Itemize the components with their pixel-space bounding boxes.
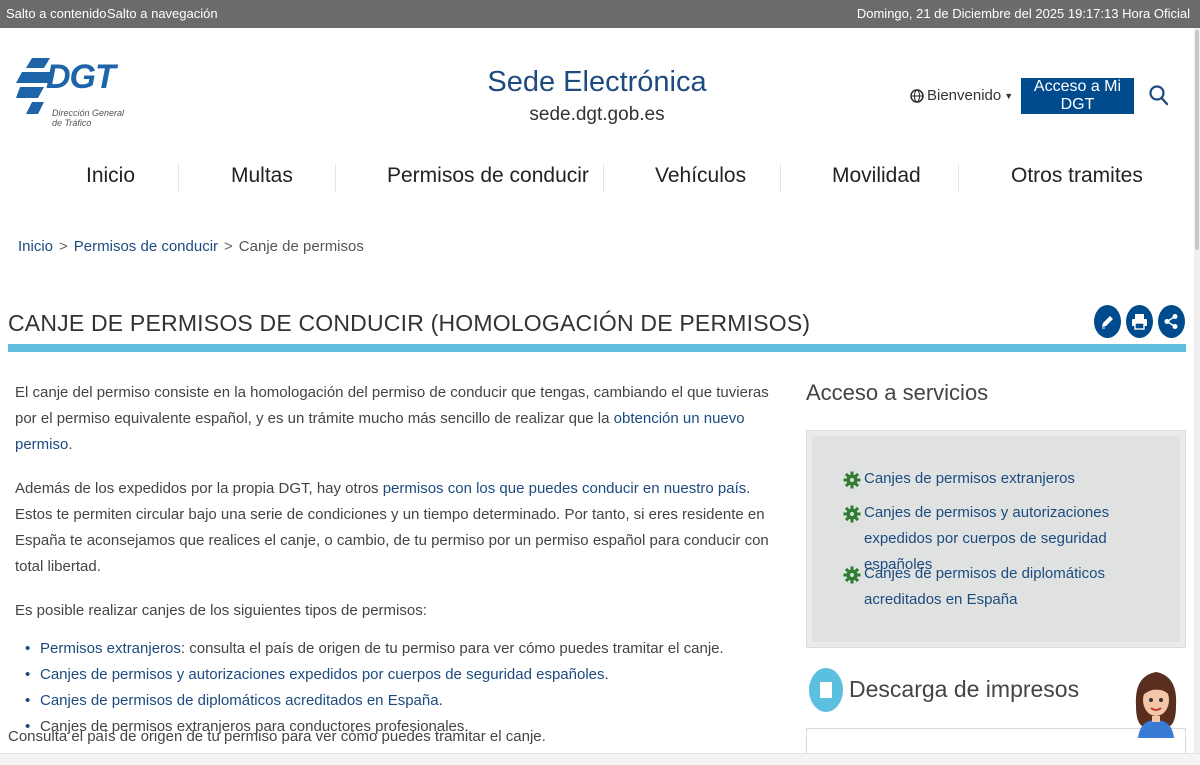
services-panel: Canjes de permisos extranjeros Canjes de… (812, 436, 1180, 642)
diplomats-link[interactable]: Canjes de permisos de diplomáticos acred… (40, 692, 439, 709)
intro-paragraph: El canje del permiso consiste en la homo… (15, 380, 790, 458)
breadcrumb-permisos[interactable]: Permisos de conducir (74, 238, 218, 255)
gear-icon (843, 566, 861, 584)
scrollbar-thumb[interactable] (1195, 30, 1199, 250)
search-icon[interactable] (1148, 84, 1170, 108)
nav-divider (603, 164, 604, 192)
breadcrumb-separator: > (224, 238, 233, 255)
nav-item-vehiculos[interactable]: Vehículos (655, 164, 746, 188)
welcome-dropdown[interactable]: Bienvenido ▼ (910, 87, 1013, 104)
downloads-heading: Descarga de impresos (849, 676, 1080, 702)
foreign-permits-link[interactable]: Permisos extranjeros (40, 640, 181, 657)
types-intro: Es posible realizar canjes de los siguie… (15, 602, 427, 619)
nav-item-inicio[interactable]: Inicio (86, 164, 135, 188)
breadcrumb: Inicio > Permisos de conducir > Canje de… (18, 238, 364, 255)
list-item-text: : consulta el país de origen de tu permi… (180, 640, 724, 657)
share-icon[interactable] (1158, 305, 1185, 338)
title-underline (8, 344, 1186, 352)
breadcrumb-inicio[interactable]: Inicio (18, 238, 53, 255)
permit-types-list: Permisos extranjeros: consulta el país d… (25, 636, 790, 740)
list-item: Canjes de permisos y autorizaciones expe… (25, 662, 790, 688)
top-utility-bar: Salto a contenido Salto a navegación Dom… (0, 0, 1200, 28)
intro-end: . (68, 436, 73, 453)
vertical-scrollbar[interactable] (1194, 28, 1200, 753)
edit-icon[interactable] (1094, 305, 1121, 338)
nav-item-permisos[interactable]: Permisos de conducir (387, 164, 589, 188)
nav-item-multas[interactable]: Multas (231, 164, 293, 188)
valid-permits-link[interactable]: permisos con los que puedes conducir en … (383, 480, 747, 497)
print-icon[interactable] (1126, 305, 1153, 338)
gear-icon (843, 505, 861, 523)
page-title: CANJE DE PERMISOS DE CONDUCIR (HOMOLOGAC… (8, 310, 811, 336)
nav-divider (958, 164, 959, 192)
security-forces-link[interactable]: Canjes de permisos y autorizaciones expe… (40, 666, 605, 683)
welcome-label: Bienvenido (927, 87, 1002, 104)
document-shape (820, 682, 832, 698)
list-item: Permisos extranjeros: consulta el país d… (25, 636, 790, 662)
gear-icon (843, 471, 861, 489)
main-content: El canje del permiso consiste en la homo… (15, 380, 790, 740)
closing-text: Consulta el país de origen de tu permiso… (8, 728, 546, 745)
list-item: Canjes de permisos de diplomáticos acred… (25, 688, 790, 714)
document-icon (809, 668, 843, 712)
breadcrumb-separator: > (59, 238, 68, 255)
site-title: Sede Electrónica (487, 66, 707, 98)
list-item-text: . (438, 692, 443, 709)
access-my-dgt-button[interactable]: Acceso a Mi DGT (1021, 78, 1134, 114)
bottom-strip (0, 753, 1200, 765)
other-permits-paragraph: Además de los expedidos por la propia DG… (15, 476, 790, 580)
breadcrumb-current: Canje de permisos (238, 238, 364, 255)
list-item-text: . (604, 666, 609, 683)
nav-item-otros-tramites[interactable]: Otros tramites (1011, 164, 1143, 188)
globe-icon (910, 88, 924, 103)
skip-to-navigation-link[interactable]: Salto a navegación (107, 6, 218, 21)
nav-item-movilidad[interactable]: Movilidad (832, 164, 921, 188)
assistant-avatar-icon[interactable] (1130, 666, 1182, 738)
nav-divider (178, 164, 179, 192)
main-navigation: Inicio Multas Permisos de conducir Vehíc… (0, 160, 1194, 196)
other-permits-text: Además de los expedidos por la propia DG… (15, 480, 383, 497)
nav-divider (780, 164, 781, 192)
service-diplomats[interactable]: Canjes de permisos de diplomáticos acred… (864, 561, 1164, 613)
official-datetime: Domingo, 21 de Diciembre del 2025 19:17:… (856, 6, 1190, 21)
services-box: Canjes de permisos extranjeros Canjes de… (806, 430, 1186, 648)
service-foreign-permits[interactable]: Canjes de permisos extranjeros (864, 466, 1164, 492)
skip-to-content-link[interactable]: Salto a contenido (6, 6, 106, 21)
nav-divider (335, 164, 336, 192)
caret-down-icon: ▼ (1004, 90, 1014, 101)
site-url: sede.dgt.gob.es (529, 104, 665, 125)
services-heading: Acceso a servicios (806, 380, 989, 405)
